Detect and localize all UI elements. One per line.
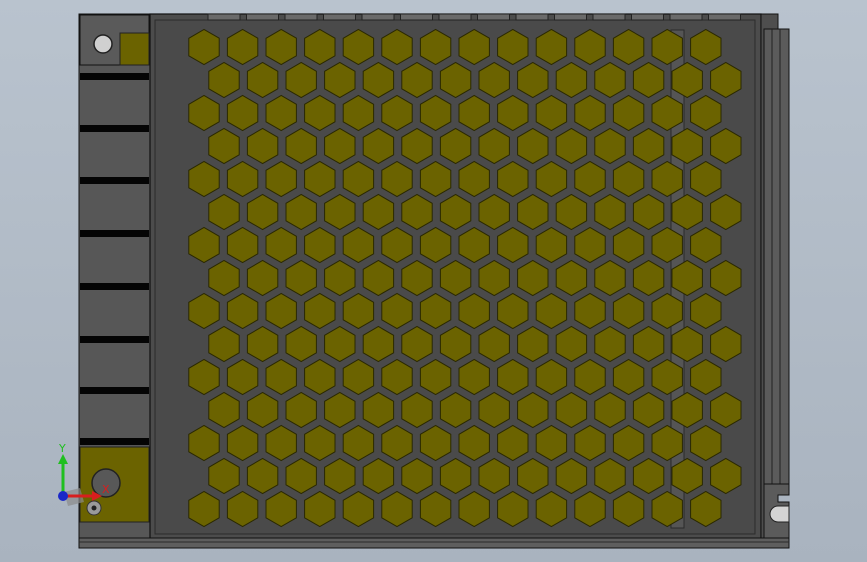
slot-bar	[80, 177, 149, 184]
y-axis-label: Y	[58, 442, 66, 455]
top-tab	[323, 13, 356, 21]
top-tab	[400, 13, 433, 21]
top-tab	[708, 13, 741, 21]
top-tab	[592, 13, 626, 21]
top-tab	[554, 13, 587, 21]
top-tab	[284, 13, 318, 21]
top-tab	[438, 13, 472, 21]
top-tab	[515, 13, 549, 21]
slot-bar	[80, 125, 149, 132]
triad-gizmo	[58, 454, 102, 516]
right-side-rails	[760, 13, 790, 541]
top-tab	[631, 13, 664, 21]
x-axis-label: X	[102, 483, 110, 496]
top-tab	[246, 13, 279, 21]
slot-bar	[80, 230, 149, 237]
mount-hole-top	[93, 34, 113, 54]
bottom-rail	[78, 537, 790, 549]
top-tab	[207, 13, 241, 21]
cad-viewport[interactable]	[0, 0, 867, 562]
slot-bar	[80, 336, 149, 343]
coordinate-triad: Y X	[58, 442, 110, 516]
top-tab	[669, 13, 703, 21]
hex-vent-grid	[188, 28, 742, 528]
top-tab	[361, 13, 395, 21]
slot-bar	[80, 283, 149, 290]
top-tab	[477, 13, 510, 21]
slot-bar	[80, 387, 149, 394]
enclosure-cover	[149, 13, 762, 541]
slot-bar	[80, 73, 149, 80]
